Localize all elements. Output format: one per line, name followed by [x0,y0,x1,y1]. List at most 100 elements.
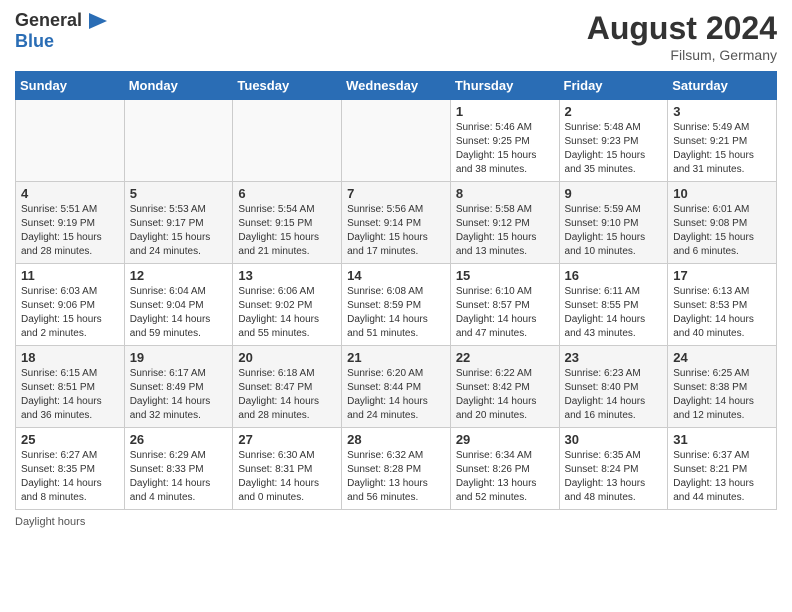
day-cell: 30 Sunrise: 6:35 AM Sunset: 8:24 PM Dayli… [559,428,668,510]
day-info: Sunrise: 6:27 AM Sunset: 8:35 PM Dayligh… [21,449,119,505]
day-number: 29 [456,432,554,447]
day-info: Sunrise: 6:18 AM Sunset: 8:47 PM Dayligh… [238,367,336,423]
day-number: 8 [456,186,554,201]
day-info: Sunrise: 6:11 AM Sunset: 8:55 PM Dayligh… [565,285,663,341]
day-number: 25 [21,432,119,447]
day-cell: 29 Sunrise: 6:34 AM Sunset: 8:26 PM Dayli… [450,428,559,510]
day-number: 17 [673,268,771,283]
day-cell: 24Sunrise: 6:25 AM Sunset: 8:38 PM Dayli… [668,346,777,428]
title-block: August 2024 Filsum, Germany [587,10,777,63]
day-cell: 17Sunrise: 6:13 AM Sunset: 8:53 PM Dayli… [668,264,777,346]
day-number: 11 [21,268,119,283]
day-cell: 8 Sunrise: 5:58 AM Sunset: 9:12 PM Daylig… [450,182,559,264]
day-cell: 15 Sunrise: 6:10 AM Sunset: 8:57 PM Dayli… [450,264,559,346]
day-cell: 16 Sunrise: 6:11 AM Sunset: 8:55 PM Dayli… [559,264,668,346]
day-cell: 21 Sunrise: 6:20 AM Sunset: 8:44 PM Dayli… [342,346,451,428]
day-cell: 12 Sunrise: 6:04 AM Sunset: 9:04 PM Dayli… [124,264,233,346]
day-info: Sunrise: 6:35 AM Sunset: 8:24 PM Dayligh… [565,449,663,505]
day-number: 20 [238,350,336,365]
day-cell: 5 Sunrise: 5:53 AM Sunset: 9:17 PM Daylig… [124,182,233,264]
weekday-header-tuesday: Tuesday [233,72,342,100]
day-info: Sunrise: 6:30 AM Sunset: 8:31 PM Dayligh… [238,449,336,505]
day-number: 12 [130,268,228,283]
week-row-1: 1Sunrise: 5:46 AM Sunset: 9:25 PM Daylig… [16,100,777,182]
day-cell: 27Sunrise: 6:30 AM Sunset: 8:31 PM Dayli… [233,428,342,510]
day-number: 21 [347,350,445,365]
day-info: Sunrise: 6:17 AM Sunset: 8:49 PM Dayligh… [130,367,228,423]
weekday-header-wednesday: Wednesday [342,72,451,100]
day-cell: 22 Sunrise: 6:22 AM Sunset: 8:42 PM Dayli… [450,346,559,428]
day-number: 6 [238,186,336,201]
month-year: August 2024 [587,10,777,47]
day-info: Sunrise: 5:59 AM Sunset: 9:10 PM Dayligh… [565,203,663,259]
week-row-4: 18 Sunrise: 6:15 AM Sunset: 8:51 PM Dayli… [16,346,777,428]
day-cell: 23Sunrise: 6:23 AM Sunset: 8:40 PM Dayli… [559,346,668,428]
day-number: 16 [565,268,663,283]
day-cell: 11 Sunrise: 6:03 AM Sunset: 9:06 PM Dayli… [16,264,125,346]
day-cell: 6Sunrise: 5:54 AM Sunset: 9:15 PM Daylig… [233,182,342,264]
logo-blue: Blue [15,31,54,51]
logo: General Blue [15,10,107,51]
day-number: 10 [673,186,771,201]
day-number: 2 [565,104,663,119]
day-info: Sunrise: 6:03 AM Sunset: 9:06 PM Dayligh… [21,285,119,341]
day-info: Sunrise: 6:34 AM Sunset: 8:26 PM Dayligh… [456,449,554,505]
footer-text: Daylight hours [15,516,85,528]
day-info: Sunrise: 6:04 AM Sunset: 9:04 PM Dayligh… [130,285,228,341]
day-info: Sunrise: 5:53 AM Sunset: 9:17 PM Dayligh… [130,203,228,259]
day-info: Sunrise: 5:46 AM Sunset: 9:25 PM Dayligh… [456,121,554,177]
day-info: Sunrise: 6:32 AM Sunset: 8:28 PM Dayligh… [347,449,445,505]
day-cell: 18 Sunrise: 6:15 AM Sunset: 8:51 PM Dayli… [16,346,125,428]
day-info: Sunrise: 6:37 AM Sunset: 8:21 PM Dayligh… [673,449,771,505]
weekday-header-saturday: Saturday [668,72,777,100]
day-cell: 3Sunrise: 5:49 AM Sunset: 9:21 PM Daylig… [668,100,777,182]
day-number: 18 [21,350,119,365]
day-cell [342,100,451,182]
day-number: 24 [673,350,771,365]
page-header: General Blue August 2024 Filsum, Germany [15,10,777,63]
week-row-3: 11 Sunrise: 6:03 AM Sunset: 9:06 PM Dayli… [16,264,777,346]
day-number: 30 [565,432,663,447]
day-cell: 26Sunrise: 6:29 AM Sunset: 8:33 PM Dayli… [124,428,233,510]
day-info: Sunrise: 6:08 AM Sunset: 8:59 PM Dayligh… [347,285,445,341]
location: Filsum, Germany [587,47,777,63]
day-number: 31 [673,432,771,447]
logo-general: General [15,10,82,30]
day-cell: 1Sunrise: 5:46 AM Sunset: 9:25 PM Daylig… [450,100,559,182]
weekday-header-sunday: Sunday [16,72,125,100]
day-info: Sunrise: 6:20 AM Sunset: 8:44 PM Dayligh… [347,367,445,423]
day-info: Sunrise: 5:49 AM Sunset: 9:21 PM Dayligh… [673,121,771,177]
day-cell: 25 Sunrise: 6:27 AM Sunset: 8:35 PM Dayli… [16,428,125,510]
day-info: Sunrise: 6:06 AM Sunset: 9:02 PM Dayligh… [238,285,336,341]
day-info: Sunrise: 6:15 AM Sunset: 8:51 PM Dayligh… [21,367,119,423]
weekday-header-monday: Monday [124,72,233,100]
week-row-5: 25 Sunrise: 6:27 AM Sunset: 8:35 PM Dayli… [16,428,777,510]
day-number: 19 [130,350,228,365]
day-info: Sunrise: 5:58 AM Sunset: 9:12 PM Dayligh… [456,203,554,259]
day-cell [16,100,125,182]
day-number: 7 [347,186,445,201]
day-number: 22 [456,350,554,365]
weekday-header-friday: Friday [559,72,668,100]
day-cell: 7Sunrise: 5:56 AM Sunset: 9:14 PM Daylig… [342,182,451,264]
day-info: Sunrise: 6:10 AM Sunset: 8:57 PM Dayligh… [456,285,554,341]
day-number: 14 [347,268,445,283]
day-number: 23 [565,350,663,365]
day-info: Sunrise: 5:51 AM Sunset: 9:19 PM Dayligh… [21,203,119,259]
day-cell: 28Sunrise: 6:32 AM Sunset: 8:28 PM Dayli… [342,428,451,510]
day-cell [124,100,233,182]
day-cell: 20 Sunrise: 6:18 AM Sunset: 8:47 PM Dayli… [233,346,342,428]
footer: Daylight hours [15,516,777,528]
weekday-header-thursday: Thursday [450,72,559,100]
day-number: 5 [130,186,228,201]
day-info: Sunrise: 5:48 AM Sunset: 9:23 PM Dayligh… [565,121,663,177]
day-number: 4 [21,186,119,201]
day-info: Sunrise: 6:22 AM Sunset: 8:42 PM Dayligh… [456,367,554,423]
day-number: 15 [456,268,554,283]
day-cell: 4 Sunrise: 5:51 AM Sunset: 9:19 PM Daylig… [16,182,125,264]
day-cell: 31 Sunrise: 6:37 AM Sunset: 8:21 PM Dayli… [668,428,777,510]
weekday-header-row: SundayMondayTuesdayWednesdayThursdayFrid… [16,72,777,100]
day-info: Sunrise: 6:29 AM Sunset: 8:33 PM Dayligh… [130,449,228,505]
calendar-table: SundayMondayTuesdayWednesdayThursdayFrid… [15,71,777,510]
day-cell: 2 Sunrise: 5:48 AM Sunset: 9:23 PM Daylig… [559,100,668,182]
